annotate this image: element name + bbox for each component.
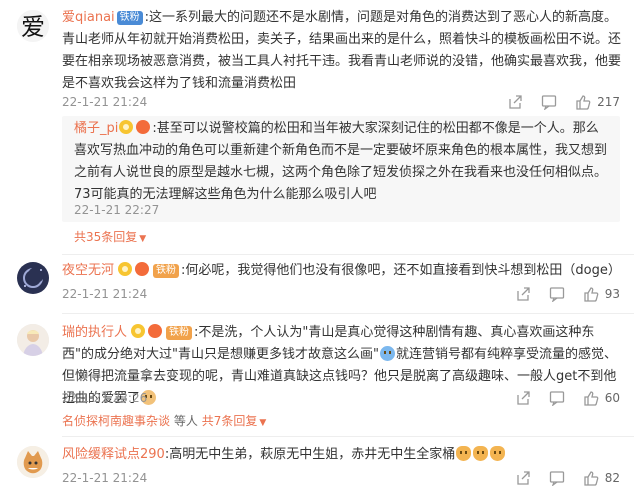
avatar[interactable]: 爱: [17, 10, 49, 42]
cat-emoji-icon: [473, 446, 489, 461]
divider: [62, 313, 634, 314]
share-icon[interactable]: [515, 286, 531, 302]
divider: [62, 436, 634, 437]
timestamp: 22-1-21 21:24: [62, 95, 148, 109]
comment-meta: 22-1-21 21:24 217: [62, 92, 620, 112]
crown-icon: [131, 324, 146, 338]
username[interactable]: 风险缓释试点290: [62, 447, 165, 462]
reply-meta: 22-1-21 22:27: [74, 200, 620, 220]
timestamp: 22-1-21 23:26: [62, 391, 148, 405]
more-replies-link[interactable]: 共35条回复 ▼: [74, 228, 146, 248]
reply-timestamp: 22-1-21 22:27: [74, 203, 160, 217]
comment-meta: 22-1-21 21:24 82: [62, 468, 620, 488]
avatar[interactable]: [17, 262, 49, 294]
avatar[interactable]: [17, 446, 49, 478]
comment-content: :高明无中生弟，萩原无中生姐，赤井无中生全家桶: [164, 447, 456, 462]
share-icon[interactable]: [515, 390, 531, 406]
timestamp: 22-1-21 21:24: [62, 287, 148, 301]
like-icon[interactable]: [583, 286, 599, 302]
vip-icon: [148, 324, 163, 338]
chevron-down-icon: ▼: [259, 418, 267, 428]
avatar-calligraphy: 爱: [21, 13, 45, 41]
username[interactable]: 夜空无河: [62, 263, 114, 278]
reply-text: 橘子_pi:甚至可以说警校篇的松田和当年被大家深刻记住的松田都不像是一个人。那么…: [74, 118, 610, 206]
share-icon[interactable]: [515, 470, 531, 486]
comment-text: 风险缓释试点290:高明无中生弟，萩原无中生姐，赤井无中生全家桶: [62, 444, 624, 466]
timestamp: 22-1-21 21:24: [62, 471, 148, 485]
like-count: 217: [597, 95, 620, 109]
divider: [62, 254, 634, 255]
like-icon[interactable]: [575, 94, 591, 110]
username[interactable]: 瑞的执行人: [62, 325, 127, 340]
crown-icon: [119, 120, 134, 134]
vip-icon: [135, 262, 150, 276]
like-count: 82: [604, 471, 620, 485]
fan-badge: 铁粉: [166, 326, 193, 340]
like-icon[interactable]: [583, 470, 599, 486]
reply-preview-user[interactable]: 名侦探柯南趣事杂谈: [62, 414, 170, 428]
comment-meta: 22-1-21 21:24 93: [62, 284, 620, 304]
comment-icon[interactable]: [549, 470, 565, 486]
comment-icon[interactable]: [549, 286, 565, 302]
share-icon[interactable]: [507, 94, 523, 110]
fan-badge: 铁粉: [116, 11, 143, 25]
avatar[interactable]: [17, 324, 49, 356]
like-count: 93: [604, 287, 620, 301]
comment-icon[interactable]: [541, 94, 557, 110]
comment-content: :这一系列最大的问题还不是水剧情，问题是对角色的消费达到了恶心人的新高度。青山老…: [62, 10, 622, 91]
comment-icon[interactable]: [549, 390, 565, 406]
username[interactable]: 爱qianai: [62, 10, 115, 25]
comment-text: 夜空无河 铁粉:何必呢，我觉得他们也没有很像吧，还不如直接看到快斗想到松田（dog…: [62, 260, 624, 282]
comment-meta: 22-1-21 23:26 60: [62, 388, 620, 408]
comment-content: :何必呢，我觉得他们也没有很像吧，还不如直接看到快斗想到松田（doge）: [181, 263, 621, 278]
chevron-down-icon: ▼: [139, 234, 147, 244]
like-icon[interactable]: [583, 390, 599, 406]
fan-badge: 铁粉: [153, 264, 180, 278]
vip-icon: [136, 120, 151, 134]
reply-username[interactable]: 橘子_pi: [74, 121, 118, 136]
reply-content: :甚至可以说警校篇的松田和当年被大家深刻记住的松田都不像是一个人。那么喜欢写热血…: [74, 121, 608, 202]
more-replies-label[interactable]: 共35条回复: [74, 230, 137, 244]
more-replies-label[interactable]: 共7条回复: [202, 414, 258, 428]
reply-preview[interactable]: 名侦探柯南趣事杂谈 等人 共7条回复 ▼: [62, 412, 266, 432]
reply-preview-mid: 等人: [173, 414, 198, 428]
thinking-emoji-icon: [379, 346, 395, 361]
crown-icon: [118, 262, 133, 276]
cat-emoji-icon: [456, 446, 472, 461]
cat-emoji-icon: [490, 446, 506, 461]
comment-text: 爱qianai 铁粉:这一系列最大的问题还不是水剧情，问题是对角色的消费达到了恶心…: [62, 7, 624, 95]
like-count: 60: [604, 391, 620, 405]
